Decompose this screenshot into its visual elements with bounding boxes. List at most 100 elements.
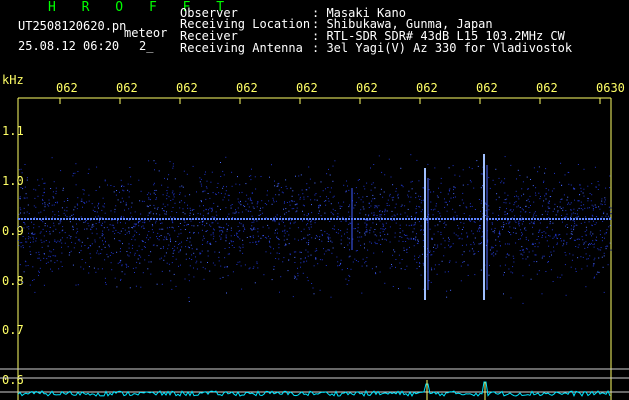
noise-speck xyxy=(150,193,151,195)
noise-speck xyxy=(326,233,328,235)
noise-speck xyxy=(583,242,585,244)
noise-speck xyxy=(369,229,371,231)
noise-speck xyxy=(366,196,368,197)
noise-speck xyxy=(225,190,227,192)
noise-speck xyxy=(545,232,547,234)
noise-speck xyxy=(388,158,390,160)
noise-speck xyxy=(215,241,217,243)
noise-speck xyxy=(302,220,303,222)
noise-speck xyxy=(447,193,449,195)
noise-speck xyxy=(128,255,130,257)
noise-speck xyxy=(534,254,536,256)
noise-speck xyxy=(222,199,224,201)
noise-speck xyxy=(372,194,374,196)
noise-speck xyxy=(549,221,551,223)
noise-speck xyxy=(52,230,54,232)
noise-speck xyxy=(597,189,599,190)
noise-speck xyxy=(101,209,103,211)
noise-speck xyxy=(401,259,403,260)
noise-speck xyxy=(545,188,547,189)
noise-speck xyxy=(578,200,580,202)
noise-speck xyxy=(174,230,176,232)
noise-speck xyxy=(277,238,279,239)
noise-speck xyxy=(104,221,106,223)
noise-speck xyxy=(245,183,247,185)
noise-speck xyxy=(142,240,144,242)
noise-speck xyxy=(192,165,194,167)
noise-speck xyxy=(397,197,399,199)
noise-speck xyxy=(238,246,240,248)
noise-speck xyxy=(601,200,603,202)
noise-speck xyxy=(244,229,246,230)
noise-speck xyxy=(211,222,213,224)
noise-speck xyxy=(282,230,284,232)
noise-speck xyxy=(94,206,96,208)
noise-speck xyxy=(471,168,473,170)
noise-speck xyxy=(419,206,421,208)
noise-speck xyxy=(175,285,177,287)
noise-speck xyxy=(499,234,501,236)
noise-speck xyxy=(136,231,138,233)
noise-speck xyxy=(515,201,517,203)
noise-speck xyxy=(374,187,376,189)
noise-speck xyxy=(585,216,587,218)
noise-speck xyxy=(410,237,412,239)
noise-speck xyxy=(211,207,213,209)
noise-speck xyxy=(214,216,216,218)
noise-speck xyxy=(271,164,272,166)
noise-speck xyxy=(437,246,439,248)
noise-speck xyxy=(44,225,46,227)
noise-speck xyxy=(580,204,582,206)
noise-speck xyxy=(327,187,329,188)
noise-speck xyxy=(33,227,35,229)
noise-speck xyxy=(398,240,400,242)
noise-speck xyxy=(200,213,201,215)
noise-speck xyxy=(129,232,130,234)
noise-speck xyxy=(459,175,461,177)
noise-speck xyxy=(513,261,515,263)
noise-speck xyxy=(384,174,386,176)
noise-speck xyxy=(249,197,251,199)
noise-speck xyxy=(546,226,548,228)
noise-speck xyxy=(390,176,392,178)
noise-speck xyxy=(72,264,74,266)
noise-speck xyxy=(401,204,403,206)
noise-speck xyxy=(439,221,441,223)
noise-speck xyxy=(391,265,393,267)
noise-speck xyxy=(552,281,554,282)
noise-speck xyxy=(209,197,211,199)
noise-speck xyxy=(172,198,174,200)
noise-speck xyxy=(348,223,350,225)
noise-speck xyxy=(215,211,217,213)
noise-speck xyxy=(309,178,311,180)
noise-speck xyxy=(154,194,156,195)
noise-speck xyxy=(504,214,506,216)
noise-speck xyxy=(222,231,224,233)
noise-speck xyxy=(148,261,150,263)
noise-speck xyxy=(571,233,573,235)
noise-speck xyxy=(500,245,501,247)
noise-speck xyxy=(214,264,216,266)
noise-speck xyxy=(102,240,103,242)
noise-speck xyxy=(297,272,299,274)
noise-speck xyxy=(164,206,166,208)
noise-speck xyxy=(466,207,468,209)
noise-speck xyxy=(473,253,475,255)
noise-speck xyxy=(554,235,556,237)
noise-speck xyxy=(110,185,112,186)
noise-speck xyxy=(284,229,286,231)
noise-speck xyxy=(257,235,259,237)
noise-speck xyxy=(386,239,387,241)
noise-speck xyxy=(535,192,536,194)
noise-speck xyxy=(428,280,430,282)
noise-speck xyxy=(72,175,74,177)
noise-speck xyxy=(561,198,563,200)
noise-speck xyxy=(557,210,559,212)
noise-speck xyxy=(528,207,530,208)
noise-speck xyxy=(172,222,174,224)
noise-speck xyxy=(598,206,600,208)
noise-speck xyxy=(596,273,598,275)
noise-speck xyxy=(77,239,79,241)
noise-speck xyxy=(562,221,563,223)
noise-speck xyxy=(414,255,416,257)
